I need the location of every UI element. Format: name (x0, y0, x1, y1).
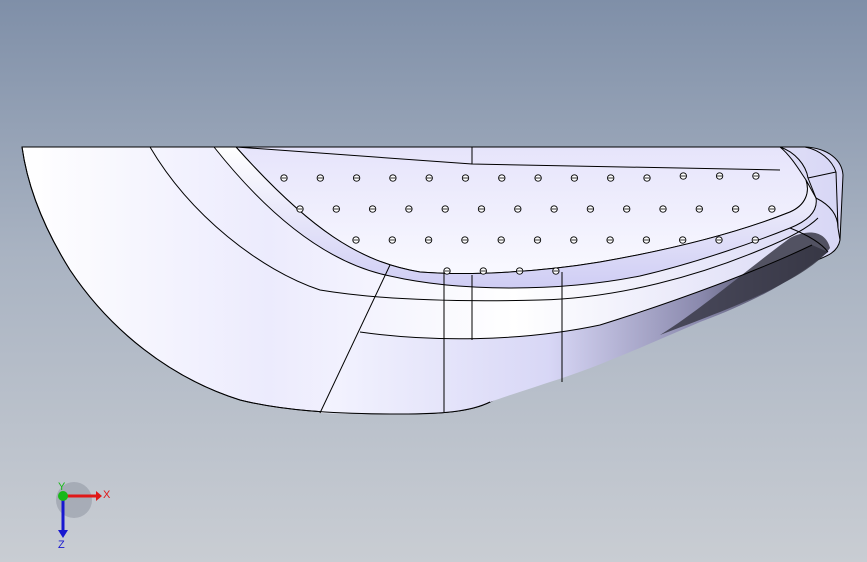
triad-z-label: Z (58, 539, 65, 550)
coordinate-triad: X Y Z (56, 481, 111, 550)
triad-z-arrow (58, 530, 68, 538)
part-model[interactable] (0, 0, 867, 562)
triad-x-label: X (103, 489, 111, 501)
graphics-viewport[interactable]: X Y Z (0, 0, 867, 562)
triad-x-arrow (96, 491, 102, 501)
triad-y-label: Y (58, 481, 66, 493)
